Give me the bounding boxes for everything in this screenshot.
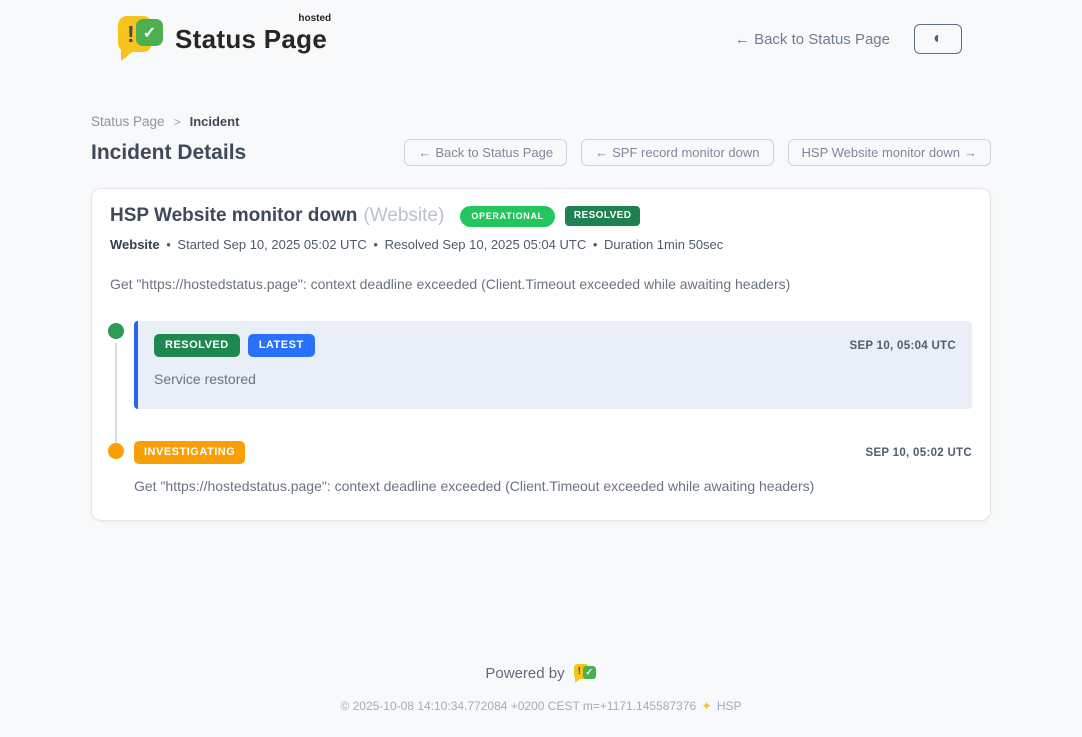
resolved-badge: RESOLVED	[154, 334, 240, 357]
timeline-dot-orange	[108, 443, 124, 459]
breadcrumb: Status Page > Incident	[91, 114, 991, 129]
copyright-line: © 2025-10-08 14:10:34.772084 +0200 CEST …	[0, 699, 1082, 713]
next-incident-label: HSP Website monitor down	[802, 145, 960, 160]
copyright-text: © 2025-10-08 14:10:34.772084 +0200 CEST …	[340, 699, 696, 713]
status-page-app: ! ✓ Status Page hosted ← Back to Status …	[0, 0, 1082, 737]
header-back-link[interactable]: ← Back to Status Page	[735, 31, 890, 48]
checkmark-icon: ✓	[583, 666, 596, 679]
meta-bullet: •	[593, 237, 598, 252]
incident-nav-buttons: ← Back to Status Page ← SPF record monito…	[404, 139, 991, 166]
update-badge-row: RESOLVED LATEST SEP 10, 05:04 UTC	[154, 334, 956, 357]
brand-name: Status Page hosted	[175, 24, 327, 55]
exclamation-glyph: !	[578, 666, 581, 677]
half-circle-theme-icon: ◐	[933, 31, 943, 47]
resolved-status-badge: RESOLVED	[565, 206, 640, 226]
brand-logo[interactable]: ! ✓ Status Page hosted	[118, 14, 327, 64]
arrow-right-icon: →	[964, 145, 977, 160]
checkmark-icon: ✓	[136, 19, 163, 46]
powered-by: Powered by ! ✓	[0, 663, 1082, 684]
previous-incident-label: SPF record monitor down	[612, 145, 759, 160]
timeline-dot-green	[108, 323, 124, 339]
status-page-logo-icon: ! ✓	[118, 14, 164, 64]
investigating-badge: INVESTIGATING	[134, 441, 245, 464]
timeline-entry-resolved: RESOLVED LATEST SEP 10, 05:04 UTC Servic…	[108, 321, 972, 409]
title-row: Incident Details ← Back to Status Page ←…	[91, 139, 991, 166]
breadcrumb-incident: Incident	[190, 114, 240, 129]
next-incident-button[interactable]: HSP Website monitor down →	[788, 139, 991, 166]
incident-title: HSP Website monitor down	[110, 205, 357, 227]
timeline-entry-investigating: INVESTIGATING SEP 10, 05:02 UTC Get "htt…	[108, 441, 972, 494]
incident-description: Get "https://hostedstatus.page": context…	[110, 276, 972, 292]
exclamation-glyph: !	[127, 21, 135, 48]
header-back-link-label: Back to Status Page	[754, 31, 890, 48]
powered-by-label: Powered by	[485, 665, 564, 682]
update-badge-row: INVESTIGATING SEP 10, 05:02 UTC	[134, 441, 972, 464]
update-timestamp: SEP 10, 05:04 UTC	[849, 340, 956, 352]
breadcrumb-status-page[interactable]: Status Page	[91, 114, 165, 129]
operational-status-badge: OPERATIONAL	[460, 206, 555, 227]
meta-bullet: •	[166, 237, 171, 252]
brand-name-text: Status Page	[175, 24, 327, 54]
update-timestamp: SEP 10, 05:02 UTC	[865, 447, 972, 459]
meta-bullet: •	[373, 237, 378, 252]
page-title: Incident Details	[91, 141, 246, 165]
footer: Powered by ! ✓ © 2025-10-08 14:10:34.772…	[0, 663, 1082, 737]
sparkles-icon: ✦	[701, 699, 711, 713]
incident-meta: Website • Started Sep 10, 2025 05:02 UTC…	[110, 237, 972, 252]
meta-resolved: Resolved Sep 10, 2025 05:04 UTC	[385, 237, 587, 252]
update-message: Get "https://hostedstatus.page": context…	[134, 478, 972, 494]
main-content: Status Page > Incident Incident Details …	[91, 64, 991, 521]
brand-hosted-label: hosted	[298, 13, 331, 24]
meta-duration: Duration 1min 50sec	[604, 237, 723, 252]
incident-timeline: RESOLVED LATEST SEP 10, 05:04 UTC Servic…	[108, 321, 972, 494]
update-message: Service restored	[154, 371, 956, 387]
back-button-label: Back to Status Page	[435, 145, 553, 160]
arrow-left-icon: ←	[595, 145, 608, 160]
meta-started: Started Sep 10, 2025 05:02 UTC	[177, 237, 366, 252]
status-page-mini-logo-icon[interactable]: ! ✓	[574, 663, 597, 684]
incident-title-row: HSP Website monitor down (Website) OPERA…	[110, 205, 972, 227]
incident-component: (Website)	[363, 205, 444, 227]
copyright-brand: HSP	[717, 699, 742, 713]
theme-toggle-button[interactable]: ◐	[914, 24, 962, 54]
meta-component: Website	[110, 237, 160, 252]
arrow-left-icon: ←	[735, 31, 750, 48]
latest-badge: LATEST	[248, 334, 315, 357]
header: ! ✓ Status Page hosted ← Back to Status …	[0, 0, 1082, 64]
previous-incident-button[interactable]: ← SPF record monitor down	[581, 139, 773, 166]
incident-card: HSP Website monitor down (Website) OPERA…	[91, 188, 991, 521]
breadcrumb-separator: >	[174, 115, 181, 129]
back-to-status-page-button[interactable]: ← Back to Status Page	[404, 139, 567, 166]
latest-update-box: RESOLVED LATEST SEP 10, 05:04 UTC Servic…	[134, 321, 972, 409]
arrow-left-icon: ←	[418, 145, 431, 160]
header-actions: ← Back to Status Page ◐	[735, 24, 962, 54]
